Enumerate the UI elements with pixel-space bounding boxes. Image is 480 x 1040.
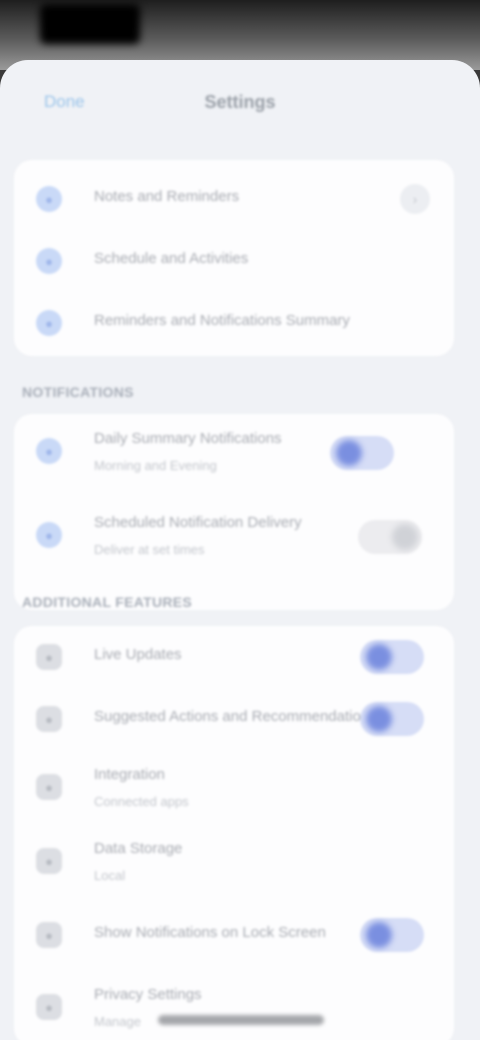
row-schedule-activities[interactable]: ● Schedule and Activities [14, 230, 454, 292]
status-bar-time-area [40, 4, 140, 44]
database-icon: ● [36, 848, 62, 874]
row-reminders-summary[interactable]: ● Reminders and Notifications Summary [14, 292, 454, 354]
row-sublabel: Morning and Evening [94, 458, 217, 473]
row-scheduled-delivery[interactable]: ● Scheduled Notification Delivery Delive… [14, 498, 454, 582]
row-label: Data Storage [94, 840, 183, 857]
chevron-right-icon: › [400, 184, 430, 214]
toggle-knob [392, 524, 418, 550]
shield-icon: ● [36, 994, 62, 1020]
live-icon: ● [36, 644, 62, 670]
row-label: Show Notifications on Lock Screen [94, 924, 326, 941]
toggle-knob [366, 922, 392, 948]
row-suggested-actions[interactable]: ● Suggested Actions and Recommendations [14, 688, 454, 750]
row-privacy-settings[interactable]: ● Privacy Settings Manage [14, 970, 454, 1040]
row-label: Scheduled Notification Delivery [94, 514, 302, 531]
link-icon: ● [36, 774, 62, 800]
row-label: Integration [94, 766, 165, 783]
live-updates-toggle[interactable] [360, 640, 424, 674]
lock-screen-toggle[interactable] [360, 918, 424, 952]
row-sublabel: Local [94, 868, 126, 883]
page-title: Settings [204, 92, 276, 112]
row-lock-screen[interactable]: ● Show Notifications on Lock Screen [14, 904, 454, 966]
row-label: Notes and Reminders [94, 188, 240, 205]
row-label: Reminders and Notifications Summary [94, 312, 350, 329]
clock-icon: ● [36, 438, 62, 464]
row-daily-summary[interactable]: ● Daily Summary Notifications Morning an… [14, 414, 454, 498]
sparkle-icon: ● [36, 706, 62, 732]
section-header-notifications: NOTIFICATIONS [22, 384, 134, 400]
toggle-knob [336, 440, 362, 466]
list-icon: ● [36, 310, 62, 336]
row-label: Schedule and Activities [94, 250, 249, 267]
row-label: Suggested Actions and Recommendations [94, 708, 377, 725]
calendar-clock-icon: ● [36, 522, 62, 548]
bell-icon: ● [36, 186, 62, 212]
settings-sheet: Done Settings ● Notes and Reminders › ● … [0, 60, 480, 1040]
home-indicator [158, 1015, 324, 1025]
row-sublabel: Connected apps [94, 794, 189, 809]
toggle-knob [366, 706, 392, 732]
row-sublabel: Deliver at set times [94, 542, 205, 557]
row-label: Privacy Settings [94, 986, 202, 1003]
row-notes-reminders[interactable]: ● Notes and Reminders › [14, 168, 454, 230]
navigation-bar: Done Settings [0, 60, 480, 150]
section-header-additional-features: ADDITIONAL FEATURES [22, 594, 193, 610]
scheduled-delivery-toggle[interactable] [358, 520, 422, 554]
notifications-card: ● Daily Summary Notifications Morning an… [14, 414, 454, 610]
daily-summary-toggle[interactable] [330, 436, 394, 470]
calendar-icon: ● [36, 248, 62, 274]
row-sublabel: Manage [94, 1014, 141, 1029]
row-data-storage[interactable]: ● Data Storage Local [14, 824, 454, 898]
row-label: Daily Summary Notifications [94, 430, 282, 447]
lock-icon: ● [36, 922, 62, 948]
row-label: Live Updates [94, 646, 182, 663]
suggested-actions-toggle[interactable] [360, 702, 424, 736]
row-integration[interactable]: ● Integration Connected apps [14, 750, 454, 824]
row-live-updates[interactable]: ● Live Updates [14, 626, 454, 688]
features-card: ● Live Updates ● Suggested Actions and R… [14, 626, 454, 1040]
toggle-knob [366, 644, 392, 670]
top-settings-card: ● Notes and Reminders › ● Schedule and A… [14, 160, 454, 356]
